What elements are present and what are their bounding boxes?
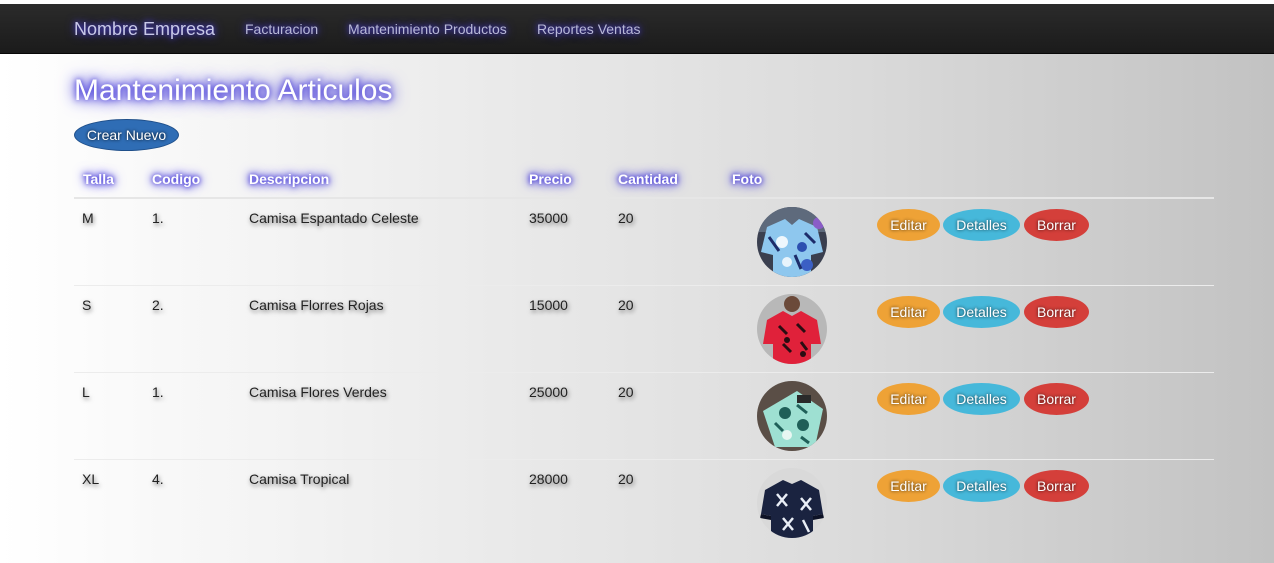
navy-palm-shirt-photo (757, 468, 827, 538)
details-button[interactable]: Detalles (943, 383, 1020, 415)
header-cantidad: Cantidad (618, 171, 678, 187)
delete-button[interactable]: Borrar (1024, 470, 1089, 502)
brand-link[interactable]: Nombre Empresa (74, 19, 215, 40)
header-precio: Precio (529, 171, 572, 187)
product-photo (757, 207, 827, 277)
cell-talla: L (82, 384, 90, 400)
edit-button[interactable]: Editar (877, 209, 940, 241)
edit-button[interactable]: Editar (877, 383, 940, 415)
product-photo (757, 294, 827, 364)
cell-precio: 35000 (529, 210, 568, 226)
delete-button[interactable]: Borrar (1024, 296, 1089, 328)
header-talla: Talla (83, 171, 114, 187)
cell-talla: S (82, 297, 92, 313)
table-row: L 1. Camisa Flores Verdes 25000 20 Edita… (74, 373, 1214, 460)
details-button[interactable]: Detalles (943, 209, 1020, 241)
table-row: M 1. Camisa Espantado Celeste 35000 20 E… (74, 199, 1214, 286)
nav-mantenimiento-productos[interactable]: Mantenimiento Productos (348, 21, 507, 37)
cell-cantidad: 20 (618, 384, 634, 400)
product-photo (757, 381, 827, 451)
cell-precio: 28000 (529, 471, 568, 487)
nav-reportes-ventas[interactable]: Reportes Ventas (537, 21, 641, 37)
main-content: Mantenimiento Articulos Crear Nuevo Tall… (0, 54, 1274, 563)
cell-precio: 15000 (529, 297, 568, 313)
delete-button[interactable]: Borrar (1024, 383, 1089, 415)
cell-codigo: 2. (152, 297, 164, 313)
header-foto: Foto (732, 171, 763, 187)
delete-button[interactable]: Borrar (1024, 209, 1089, 241)
light-blue-tropical-shirt-photo (757, 207, 827, 277)
header-descripcion: Descripcion (249, 171, 330, 187)
cell-codigo: 4. (152, 471, 164, 487)
edit-button[interactable]: Editar (877, 470, 940, 502)
cell-codigo: 1. (152, 210, 164, 226)
cell-cantidad: 20 (618, 471, 634, 487)
cell-descripcion: Camisa Espantado Celeste (249, 210, 419, 226)
cell-cantidad: 20 (618, 297, 634, 313)
details-button[interactable]: Detalles (943, 470, 1020, 502)
cell-descripcion: Camisa Florres Rojas (249, 297, 384, 313)
header-codigo: Codigo (152, 171, 201, 187)
top-navbar: Nombre Empresa Facturacion Mantenimiento… (0, 4, 1274, 54)
green-floral-shirt-photo (757, 381, 827, 451)
nav-facturacion[interactable]: Facturacion (245, 21, 318, 37)
cell-codigo: 1. (152, 384, 164, 400)
cell-descripcion: Camisa Tropical (249, 471, 350, 487)
cell-descripcion: Camisa Flores Verdes (249, 384, 387, 400)
create-new-button[interactable]: Crear Nuevo (74, 119, 179, 151)
table-row: S 2. Camisa Florres Rojas 15000 20 Edita… (74, 286, 1214, 373)
red-floral-shirt-photo (757, 294, 827, 364)
cell-talla: XL (82, 471, 100, 487)
cell-talla: M (82, 210, 94, 226)
page-title: Mantenimiento Articulos (74, 74, 393, 107)
product-photo (757, 468, 827, 538)
details-button[interactable]: Detalles (943, 296, 1020, 328)
table-row: XL 4. Camisa Tropical 28000 20 Editar De… (74, 460, 1214, 547)
edit-button[interactable]: Editar (877, 296, 940, 328)
cell-precio: 25000 (529, 384, 568, 400)
cell-cantidad: 20 (618, 210, 634, 226)
